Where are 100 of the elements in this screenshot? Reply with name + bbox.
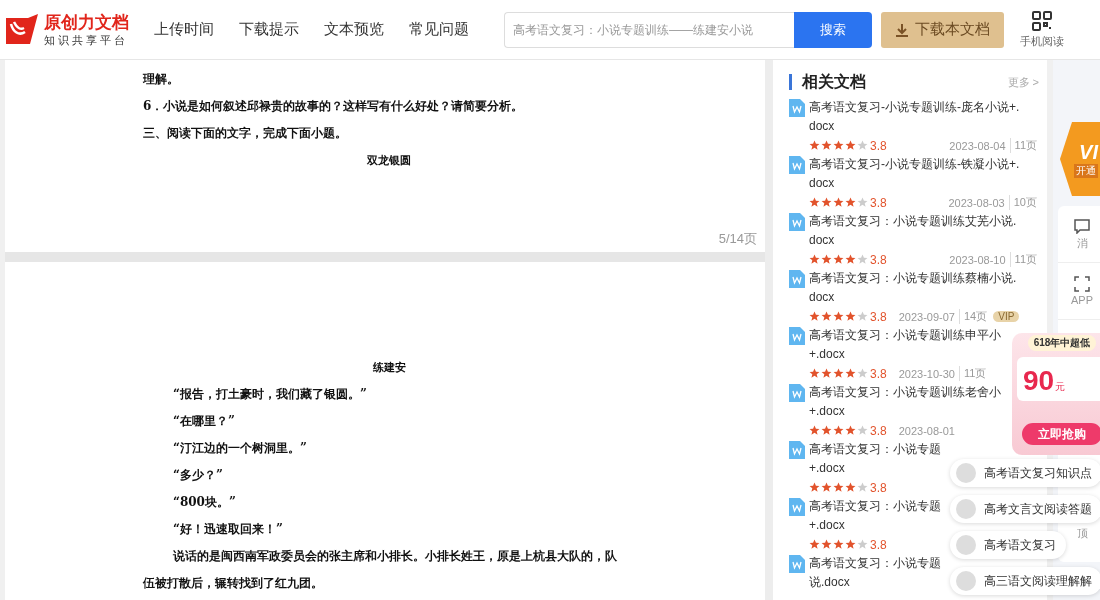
document-line: 6．小说是如何叙述邱禄贵的故事的？这样写有什么好处？请简要分析。 bbox=[143, 98, 525, 115]
star-icon bbox=[857, 368, 868, 379]
star-icon bbox=[845, 197, 856, 208]
download-button[interactable]: 下载本文档 bbox=[881, 11, 1004, 48]
document-link[interactable]: 高考语文复习：小说专题 bbox=[809, 497, 941, 516]
document-line: “在哪里？” bbox=[172, 413, 236, 430]
star-icon bbox=[857, 197, 868, 208]
document-link[interactable]: docx bbox=[809, 288, 835, 307]
price-unit: 元 bbox=[1055, 380, 1066, 394]
star-icon bbox=[809, 254, 820, 265]
rating-value: 3.8 bbox=[870, 195, 887, 210]
star-icon bbox=[857, 539, 868, 550]
document-line: “汀江边的一个树洞里。” bbox=[172, 440, 308, 457]
nav-link[interactable]: 常见问题 bbox=[409, 20, 469, 39]
star-icon bbox=[809, 311, 820, 322]
suggestion-chip[interactable]: 高三语文阅读理解解 bbox=[950, 567, 1100, 595]
document-line: 伍被打散后，辗转找到了红九团。 bbox=[143, 575, 324, 592]
document-line: 三、阅读下面的文字，完成下面小题。 bbox=[143, 125, 348, 142]
logo-subtitle: 知识共享平台 bbox=[44, 32, 129, 47]
document-link[interactable]: 高考语文复习：小说专题训练老舍小 bbox=[809, 383, 1001, 402]
rating-value: 3.8 bbox=[870, 138, 887, 153]
word-file-icon bbox=[789, 99, 805, 117]
document-line: 说话的是闽西南军政委员会的张主席和小排长。小排长姓王，原是上杭县大队的，队 bbox=[172, 548, 618, 565]
document-line: “多少？” bbox=[172, 467, 224, 484]
star-icon bbox=[821, 482, 832, 493]
word-file-icon bbox=[789, 156, 805, 174]
message-icon[interactable] bbox=[1074, 217, 1090, 234]
star-icon bbox=[833, 368, 844, 379]
search-field[interactable]: 高考语文复习：小说专题训练——练建安小说 bbox=[504, 11, 794, 48]
promo-popup[interactable]: 618年中超低 90元 立即抢购 bbox=[1012, 333, 1100, 455]
document-link[interactable]: 高考语文复习：小说专题 bbox=[809, 554, 941, 573]
star-icon bbox=[845, 482, 856, 493]
word-file-icon bbox=[789, 327, 805, 345]
star-icon bbox=[845, 140, 856, 151]
document-link[interactable]: 高考语文复习-小说专题训练-铁凝小说+. bbox=[809, 155, 1020, 174]
document-link[interactable]: docx bbox=[809, 174, 835, 193]
star-icon bbox=[821, 197, 832, 208]
suggestion-chip[interactable]: 高考语文复习知识点 bbox=[950, 459, 1100, 487]
document-link[interactable]: +.docx bbox=[809, 516, 845, 535]
mobile-read-link[interactable]: 手机阅读 bbox=[1020, 33, 1064, 49]
word-file-icon bbox=[789, 555, 805, 573]
document-link[interactable]: 高考语文复习：小说专题 bbox=[809, 440, 941, 459]
document-link[interactable]: 说.docx bbox=[809, 573, 850, 592]
rating-value: 3.8 bbox=[870, 480, 887, 495]
rating-value: 3.8 bbox=[870, 252, 887, 267]
word-file-icon bbox=[789, 498, 805, 516]
upload-date: 2023-08-01 bbox=[898, 424, 955, 437]
star-icon bbox=[809, 368, 820, 379]
document-line: “报告，打土豪时，我们藏了银圆。” bbox=[172, 386, 368, 403]
document-link[interactable]: +.docx bbox=[809, 402, 845, 421]
document-link[interactable]: 高考语文复习：小说专题训练蔡楠小说. bbox=[809, 269, 1017, 288]
document-link[interactable]: 高考语文复习-小说专题训练-庞名小说+. bbox=[809, 98, 1020, 117]
suggestion-chip[interactable]: 高考语文复习 bbox=[950, 531, 1066, 559]
document-link[interactable]: docx bbox=[809, 231, 835, 250]
page-count: 10页 bbox=[1008, 195, 1037, 210]
star-icon bbox=[833, 311, 844, 322]
buy-button[interactable]: 立即抢购 bbox=[1022, 423, 1100, 445]
document-link[interactable]: docx bbox=[809, 117, 835, 136]
promo-headline: 618年中超低 bbox=[1027, 335, 1097, 351]
nav-link[interactable]: 下载提示 bbox=[239, 20, 299, 39]
star-icon bbox=[833, 482, 844, 493]
document-link[interactable]: +.docx bbox=[809, 345, 845, 364]
search-button[interactable]: 搜索 bbox=[794, 11, 872, 48]
star-icon bbox=[809, 539, 820, 550]
nav-link[interactable]: 文本预览 bbox=[324, 20, 384, 39]
scrollbar[interactable] bbox=[765, 60, 773, 600]
document-link[interactable]: 高考语文复习：小说专题训练艾芜小说. bbox=[809, 212, 1017, 231]
document-line: “好！迅速取回来！” bbox=[172, 521, 284, 538]
upload-date: 2023-10-30 bbox=[898, 367, 955, 380]
star-icon bbox=[833, 425, 844, 436]
star-icon bbox=[857, 254, 868, 265]
rating-value: 3.8 bbox=[870, 423, 887, 438]
rating-value: 3.8 bbox=[870, 309, 887, 324]
scan-icon[interactable] bbox=[1074, 276, 1090, 292]
document-link[interactable]: 高考语文复习：小说专题训练申平小 bbox=[809, 326, 1001, 345]
page-count: 11页 bbox=[1009, 138, 1037, 153]
grid-icon[interactable] bbox=[1032, 10, 1052, 31]
document-heading: 双龙银圆 bbox=[367, 153, 411, 169]
page-number: 5/14页 bbox=[718, 230, 757, 248]
star-icon bbox=[857, 311, 868, 322]
suggestion-chip[interactable]: 高考文言文阅读答题 bbox=[950, 495, 1100, 523]
nav-link[interactable]: 上传时间 bbox=[154, 20, 214, 39]
word-file-icon bbox=[789, 384, 805, 402]
document-link[interactable]: +.docx bbox=[809, 459, 845, 478]
logo-title: 原创力文档 bbox=[44, 12, 129, 33]
star-icon bbox=[857, 482, 868, 493]
star-icon bbox=[821, 311, 832, 322]
upload-date: 2023-09-07 bbox=[898, 310, 955, 323]
page-count: 14页 bbox=[958, 309, 988, 324]
star-icon bbox=[833, 197, 844, 208]
star-icon bbox=[857, 425, 868, 436]
star-icon bbox=[845, 254, 856, 265]
star-icon bbox=[809, 140, 820, 151]
vip-tag: VIP bbox=[993, 311, 1020, 322]
star-icon bbox=[845, 311, 856, 322]
download-icon bbox=[895, 22, 909, 37]
star-icon bbox=[857, 140, 868, 151]
document-line: “800块。” bbox=[172, 494, 237, 511]
star-icon bbox=[821, 140, 832, 151]
star-icon bbox=[821, 425, 832, 436]
